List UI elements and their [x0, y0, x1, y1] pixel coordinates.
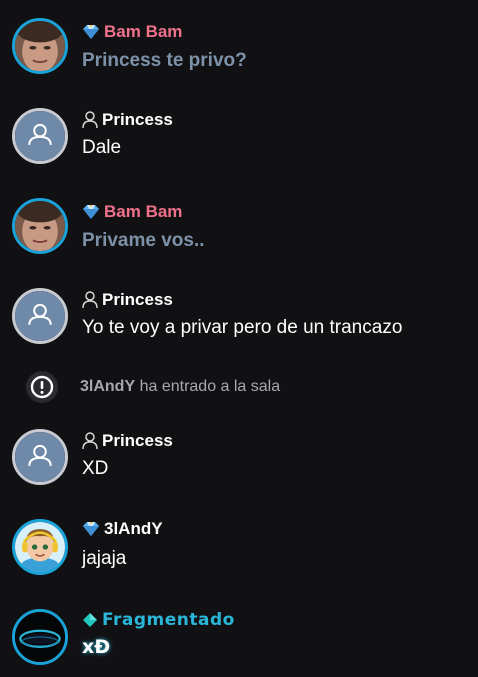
photo-avatar-image: [15, 21, 65, 71]
username[interactable]: 3lAndY: [104, 519, 163, 539]
message-header: Princess: [82, 110, 173, 130]
diamond-icon: [82, 521, 100, 536]
message-text: Princess te privo?: [82, 50, 247, 71]
username[interactable]: Princess: [102, 110, 173, 130]
diamond-icon: [82, 204, 100, 219]
avatar-fragmentado[interactable]: [12, 609, 68, 665]
message-header: Princess: [82, 431, 173, 451]
chat-message: 3lAndY jajaja: [0, 517, 478, 579]
message-header: Bam Bam: [82, 22, 182, 42]
user-outline-icon: [82, 111, 98, 129]
message-header: 3lAndY: [82, 519, 163, 539]
system-action-text: ha entrado a la sala: [139, 378, 281, 395]
avatar-bam-bam[interactable]: [12, 18, 68, 74]
chat-feed: Bam Bam Princess te privo? Princess Dale: [0, 0, 478, 677]
system-message-text: 3lAndY ha entrado a la sala: [80, 378, 280, 396]
username[interactable]: Princess: [102, 431, 173, 451]
avatar-bam-bam[interactable]: [12, 198, 68, 254]
message-header: Princess: [82, 290, 173, 310]
chat-message: Bam Bam Privame vos..: [0, 196, 478, 258]
chat-message: Bam Bam Princess te privo?: [0, 16, 478, 78]
diamond-icon: [82, 24, 100, 39]
alert-circle-icon: [25, 370, 59, 404]
cyan-gem-icon: [82, 612, 98, 628]
message-header: Bam Bam: [82, 202, 182, 222]
message-text: xÐ: [82, 636, 111, 658]
photo-avatar-image: [15, 201, 65, 251]
avatar-princess[interactable]: [12, 108, 68, 164]
chat-message: Princess XD: [0, 427, 478, 489]
message-text: Dale: [82, 137, 122, 158]
avatar-princess[interactable]: [12, 288, 68, 344]
message-text: Yo te voy a privar pero de un trancazo: [82, 317, 403, 338]
system-message: 3lAndY ha entrado a la sala: [0, 370, 478, 404]
username[interactable]: Fragmentado: [102, 610, 235, 630]
message-text: XD: [82, 458, 109, 479]
user-outline-icon: [82, 432, 98, 450]
cartoon-avatar-image: [15, 522, 65, 572]
avatar-princess[interactable]: [12, 429, 68, 485]
message-text: Privame vos..: [82, 230, 205, 251]
avatar-3landy[interactable]: [12, 519, 68, 575]
message-header: Fragmentado: [82, 610, 235, 630]
username[interactable]: Bam Bam: [104, 202, 182, 222]
user-outline-icon: [82, 291, 98, 309]
chat-message: Fragmentado xÐ: [0, 607, 478, 669]
default-user-avatar-icon: [15, 111, 65, 161]
chat-message: Princess Dale: [0, 106, 478, 168]
portal-avatar-image: [15, 612, 65, 662]
username[interactable]: Princess: [102, 290, 173, 310]
default-user-avatar-icon: [15, 291, 65, 341]
message-text: jajaja: [82, 548, 127, 569]
system-username[interactable]: 3lAndY: [80, 378, 135, 395]
default-user-avatar-icon: [15, 432, 65, 482]
username[interactable]: Bam Bam: [104, 22, 182, 42]
chat-message: Princess Yo te voy a privar pero de un t…: [0, 286, 478, 348]
